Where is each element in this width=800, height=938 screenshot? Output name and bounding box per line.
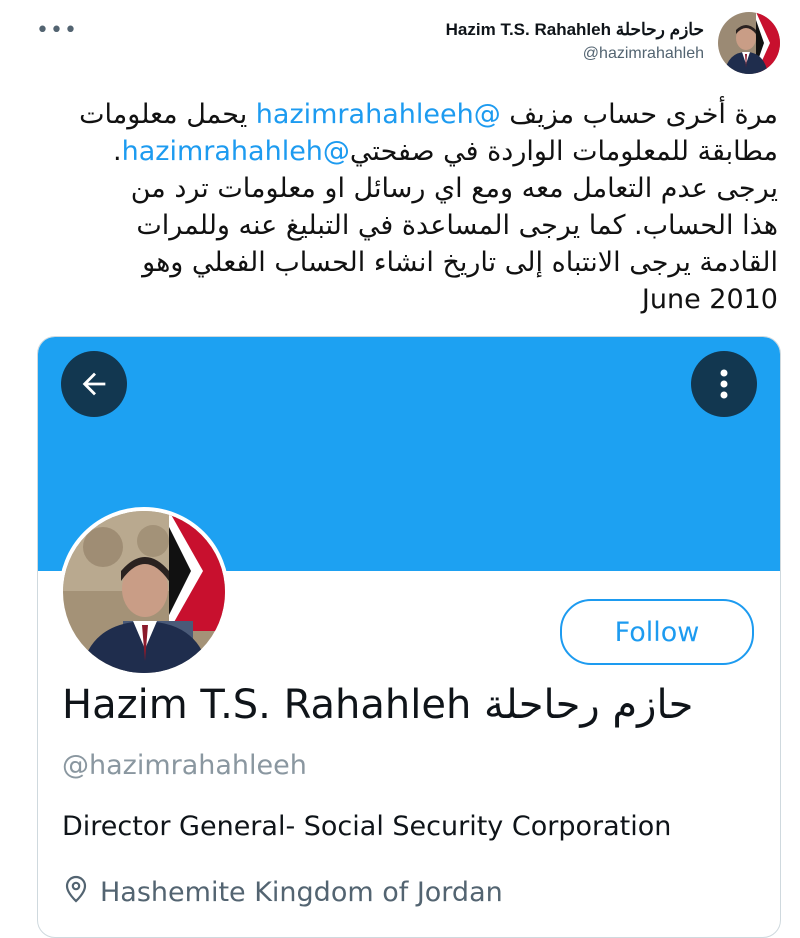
back-arrow-icon[interactable] [61,351,127,417]
more-options-icon[interactable]: ••• [36,20,78,42]
profile-card-screenshot[interactable]: Follow Hazim T.S. Rahahleh حازم رحاحلة @… [37,336,781,938]
profile-location: Hashemite Kingdom of Jordan [64,875,503,910]
profile-bio: Director General- Social Security Corpor… [62,811,672,842]
mention-link-real[interactable]: @hazimrahahleh [122,136,350,167]
tweet-line-6: June 2010 [641,284,778,315]
profile-handle: @hazimrahahleeh [62,750,307,781]
tweet-line-2: مطابقة للمعلومات الواردة في صفحتي@hazimr… [113,136,778,167]
tweet-line-4: هذا الحساب. كما يرجى المساعدة في التبليغ… [136,210,778,241]
more-vertical-icon[interactable] [691,351,757,417]
author-avatar[interactable] [718,12,780,74]
author-name[interactable]: Hazim T.S. Rahahleh حازم رحاحلة [446,18,704,42]
profile-name: Hazim T.S. Rahahleh حازم رحاحلة [62,682,694,728]
profile-avatar[interactable] [59,507,229,677]
location-label: Hashemite Kingdom of Jordan [100,877,503,908]
location-pin-icon [64,875,88,910]
follow-button[interactable]: Follow [560,599,754,665]
tweet-line-3: يرجى عدم التعامل معه ومع اي رسائل او معل… [130,173,778,204]
tweet-author: Hazim T.S. Rahahleh حازم رحاحلة @hazimra… [446,12,780,82]
tweet-line-1: مرة أخرى حساب مزيف @hazimrahahleeh يحمل … [79,99,778,130]
tweet-text: مرة أخرى حساب مزيف @hazimrahahleeh يحمل … [38,96,778,318]
tweet-line-5: القادمة يرجى الانتباه إلى تاريخ انشاء ال… [142,247,778,278]
author-handle[interactable]: @hazimrahahleh [446,42,704,66]
mention-link-fake[interactable]: @hazimrahahleeh [256,99,501,130]
